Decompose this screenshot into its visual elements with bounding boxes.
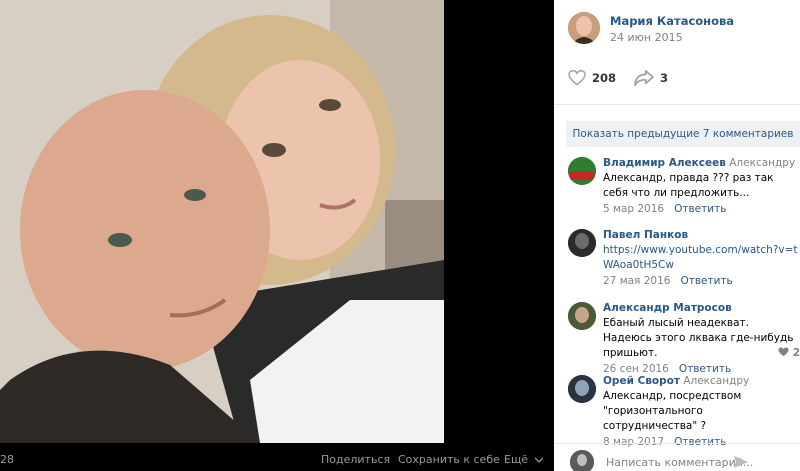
more-label: Ещё <box>504 453 529 466</box>
comment-link[interactable]: https://www.youtube.com/watch?v=tWAoa0tH… <box>603 243 799 273</box>
heart-icon <box>568 70 586 86</box>
comment-date[interactable]: 5 мар 2016 <box>603 203 664 215</box>
heart-icon <box>778 347 789 357</box>
reply-to[interactable]: Александру <box>683 375 749 387</box>
commenter-name[interactable]: Павел Панков <box>603 229 688 241</box>
comment-text: Ебаный лысый неадекват. Надеюсь этого лк… <box>603 317 794 359</box>
user-avatar-image <box>570 450 594 471</box>
comment-like-button[interactable]: 2 <box>778 347 800 359</box>
send-icon[interactable] <box>734 456 748 468</box>
reply-button[interactable]: Ответить <box>674 203 726 215</box>
like-count: 208 <box>592 71 617 85</box>
reply-to[interactable]: Александру <box>729 157 795 169</box>
comment-body: Орей Сворот Александру Александр, посред… <box>603 374 799 450</box>
commenter-avatar[interactable] <box>568 302 596 330</box>
photo-image <box>0 0 444 443</box>
comment-body: Александр Матросов Ебаный лысый неадеква… <box>603 301 799 377</box>
reply-button[interactable]: Ответить <box>680 275 732 287</box>
photo-counter: 28 <box>0 453 14 466</box>
commenter-avatar-image <box>568 229 596 257</box>
share-count-button[interactable]: 3 <box>634 70 668 86</box>
commenter-avatar[interactable] <box>568 157 596 185</box>
show-previous-comments-button[interactable]: Показать предыдущие 7 комментариев <box>566 121 800 147</box>
comment-body: Павел Панков https://www.youtube.com/wat… <box>603 228 799 289</box>
comment-like-count: 2 <box>792 347 800 359</box>
share-count: 3 <box>660 71 669 85</box>
commenter-name[interactable]: Орей Сворот <box>603 375 680 387</box>
comment-body: Владимир Алексеев Александру Александр, … <box>603 156 799 217</box>
more-menu-button[interactable]: Ещё <box>504 453 544 466</box>
save-to-album-button[interactable]: Сохранить к себе <box>398 453 500 466</box>
commenter-avatar[interactable] <box>568 229 596 257</box>
chevron-down-icon <box>534 457 544 463</box>
divider <box>554 104 800 105</box>
share-arrow-icon <box>634 70 654 86</box>
comment-input[interactable]: Написать комментарий... <box>606 456 753 469</box>
author-avatar[interactable] <box>568 12 600 44</box>
author-avatar-image <box>568 12 600 44</box>
share-button[interactable]: Поделиться <box>321 453 390 466</box>
commenter-name[interactable]: Александр Матросов <box>603 302 732 314</box>
info-panel: Мария Катасонова 24 июн 2015 208 3 Показ… <box>554 0 800 471</box>
comment-meta: 5 мар 2016 Ответить <box>603 202 799 217</box>
commenter-avatar-image <box>568 375 596 403</box>
comment-text: Александр, правда ??? раз так себя что л… <box>603 172 774 199</box>
add-comment-bar: Написать комментарий... <box>554 443 800 471</box>
photo-viewer: 28 Поделиться Сохранить к себе Ещё <box>0 0 554 471</box>
comment-text: Александр, посредством "горизонтального … <box>603 390 742 432</box>
commenter-avatar[interactable] <box>568 375 596 403</box>
commenter-name[interactable]: Владимир Алексеев <box>603 157 726 169</box>
comment-meta: 27 мая 2016 Ответить <box>603 274 799 289</box>
photo-actions-bar: 28 Поделиться Сохранить к себе Ещё <box>0 443 554 471</box>
photo[interactable] <box>0 0 444 443</box>
comment-date[interactable]: 27 мая 2016 <box>603 275 670 287</box>
like-button[interactable]: 208 <box>568 70 616 86</box>
commenter-avatar-image <box>568 302 596 330</box>
post-date[interactable]: 24 июн 2015 <box>610 31 683 44</box>
current-user-avatar <box>570 450 594 471</box>
anti-nato-avatar-image <box>568 157 596 185</box>
author-name[interactable]: Мария Катасонова <box>610 14 734 28</box>
